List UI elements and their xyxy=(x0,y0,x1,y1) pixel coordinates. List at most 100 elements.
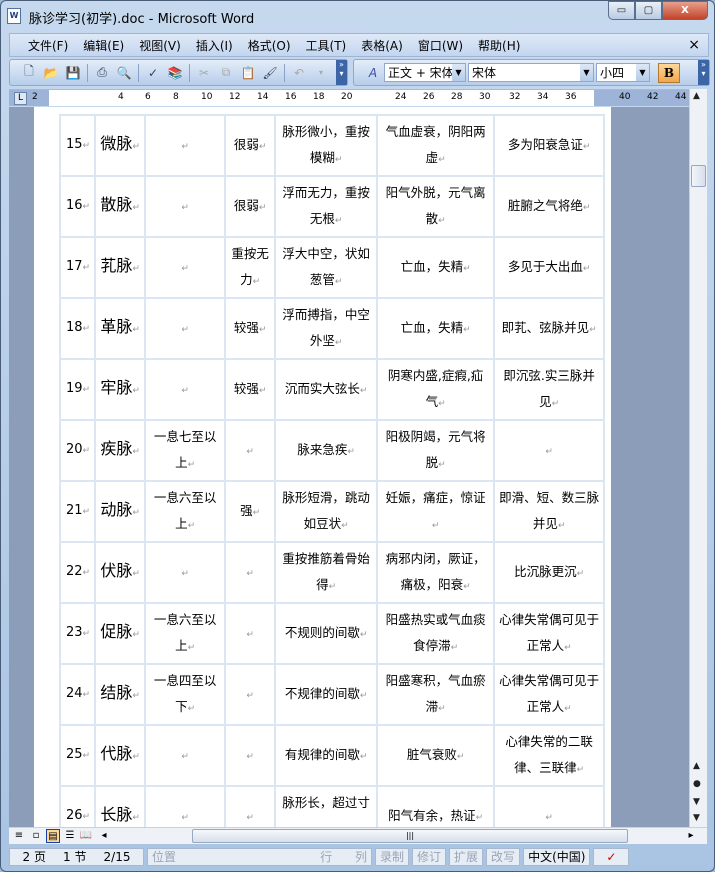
row-number-cell[interactable]: 25↵ xyxy=(58,724,97,787)
previous-page-icon[interactable]: ▼ xyxy=(693,797,700,807)
indications-cell[interactable]: 阳极阴竭，元气将脱↵ xyxy=(376,419,496,482)
pulse-rate-cell[interactable]: ↵ xyxy=(144,358,227,421)
horizontal-scroll-thumb[interactable]: ||| xyxy=(192,829,628,843)
cut-icon[interactable]: ✂ xyxy=(195,64,213,82)
research-icon[interactable]: 📚 xyxy=(166,64,184,82)
pulse-shape-cell[interactable]: 重按推筋着骨始得↵ xyxy=(274,541,379,604)
row-number-cell[interactable]: 15↵ xyxy=(58,114,97,177)
row-number-cell[interactable]: 26↵ xyxy=(58,785,97,827)
pulse-name-cell[interactable]: 微脉↵ xyxy=(94,114,147,177)
pulse-shape-cell[interactable]: 沉而实大弦长↵ xyxy=(274,358,379,421)
indications-cell[interactable]: 脏气衰败↵ xyxy=(376,724,496,787)
pulse-rate-cell[interactable]: ↵ xyxy=(144,724,227,787)
open-icon[interactable]: 📂 xyxy=(42,64,60,82)
notes-cell[interactable]: ↵ xyxy=(493,419,606,482)
pulse-shape-cell[interactable]: 浮而无力，重按无根↵ xyxy=(274,175,379,238)
copy-icon[interactable]: ⧉ xyxy=(217,64,235,82)
notes-cell[interactable]: 心律失常偶可见于正常人↵ xyxy=(493,663,606,726)
pulse-name-cell[interactable]: 促脉↵ xyxy=(94,602,147,665)
minimize-button[interactable]: ▭ xyxy=(608,1,635,20)
pulse-shape-cell[interactable]: 不规则的间歇↵ xyxy=(274,602,379,665)
reading-view-icon[interactable]: 📖 xyxy=(79,829,93,843)
web-view-icon[interactable]: ▫ xyxy=(29,829,43,843)
format-painter-icon[interactable]: 🖌 xyxy=(261,64,279,82)
row-number-cell[interactable]: 24↵ xyxy=(58,663,97,726)
track-changes-indicator[interactable]: 修订 xyxy=(412,847,447,866)
menu-item-6[interactable]: 表格(A) xyxy=(361,37,403,54)
indications-cell[interactable]: 阳气有余，热证↵ xyxy=(376,785,496,827)
pulse-strength-cell[interactable]: ↵ xyxy=(224,602,277,665)
pulse-strength-cell[interactable]: 较强↵ xyxy=(224,297,277,360)
pulse-strength-cell[interactable]: ↵ xyxy=(224,663,277,726)
save-icon[interactable]: 💾 xyxy=(64,64,82,82)
indications-cell[interactable]: 妊娠，痛症，惊证 ↵ xyxy=(376,480,496,543)
notes-cell[interactable]: 多见于大出血↵ xyxy=(493,236,606,299)
row-number-cell[interactable]: 19↵ xyxy=(58,358,97,421)
language-indicator[interactable]: 中文(中国) xyxy=(523,847,591,866)
menu-item-2[interactable]: 视图(V) xyxy=(139,37,181,54)
notes-cell[interactable]: 即沉弦.实三脉并见↵ xyxy=(493,358,606,421)
chevron-down-icon[interactable]: ▼ xyxy=(452,64,465,81)
pulse-rate-cell[interactable]: ↵ xyxy=(144,236,227,299)
chevron-down-icon[interactable]: ▼ xyxy=(636,64,649,81)
vertical-scroll-thumb[interactable] xyxy=(691,165,706,187)
indications-cell[interactable]: 阴寒内盛,症瘕,疝气↵ xyxy=(376,358,496,421)
row-number-cell[interactable]: 20↵ xyxy=(58,419,97,482)
menu-item-0[interactable]: 文件(F) xyxy=(28,37,68,54)
pulse-name-cell[interactable]: 革脉↵ xyxy=(94,297,147,360)
pulse-rate-cell[interactable]: ↵ xyxy=(144,785,227,827)
record-macro-indicator[interactable]: 录制 xyxy=(375,847,410,866)
menu-item-7[interactable]: 窗口(W) xyxy=(418,37,463,54)
pulse-shape-cell[interactable]: 脉来急疾↵ xyxy=(274,419,379,482)
word-app-icon[interactable]: W xyxy=(7,8,21,24)
spelling-status-icon[interactable]: ✓ xyxy=(593,847,630,866)
pulse-strength-cell[interactable]: ↵ xyxy=(224,541,277,604)
pulse-rate-cell[interactable]: ↵ xyxy=(144,175,227,238)
toolbar-options-icon[interactable]: » ▾ xyxy=(336,60,347,85)
styles-icon[interactable]: A xyxy=(364,64,382,82)
notes-cell[interactable]: 即芤、弦脉并见↵ xyxy=(493,297,606,360)
pulse-shape-cell[interactable]: 浮大中空，状如葱管↵ xyxy=(274,236,379,299)
print-icon[interactable]: ⎙ xyxy=(93,64,111,82)
chevron-down-icon[interactable]: ▼ xyxy=(580,64,593,81)
normal-view-icon[interactable]: ≡ xyxy=(12,829,26,843)
pulse-strength-cell[interactable]: 很弱↵ xyxy=(224,175,277,238)
indications-cell[interactable]: 阳盛寒积，气血瘀滞↵ xyxy=(376,663,496,726)
indications-cell[interactable]: 亡血，失精↵ xyxy=(376,297,496,360)
undo-icon[interactable]: ↶ xyxy=(290,64,308,82)
pulse-rate-cell[interactable]: ↵ xyxy=(144,541,227,604)
pulse-strength-cell[interactable]: 较强↵ xyxy=(224,358,277,421)
pulse-name-cell[interactable]: 结脉↵ xyxy=(94,663,147,726)
menu-item-4[interactable]: 格式(O) xyxy=(248,37,291,54)
pulse-strength-cell[interactable]: ↵ xyxy=(224,419,277,482)
pulse-shape-cell[interactable]: 脉形短滑，跳动如豆状↵ xyxy=(274,480,379,543)
notes-cell[interactable]: 多为阳衰急证↵ xyxy=(493,114,606,177)
new-icon[interactable]: 🗋 xyxy=(20,64,38,82)
pulse-rate-cell[interactable]: 一息七至以上↵ xyxy=(144,419,227,482)
menu-item-8[interactable]: 帮助(H) xyxy=(478,37,520,54)
vertical-scrollbar[interactable]: ▲ ▲ ● ▼ ▼ xyxy=(689,89,707,827)
pulse-name-cell[interactable]: 疾脉↵ xyxy=(94,419,147,482)
style-select[interactable]: 正文 + 宋体 ▼ xyxy=(384,63,466,82)
horizontal-ruler[interactable]: L 2 4 6 8 10 12 14 16 18 20 24 26 28 30 32 34 36 40 42 44 xyxy=(9,89,689,106)
row-number-cell[interactable]: 22↵ xyxy=(58,541,97,604)
pulse-rate-cell[interactable]: ↵ xyxy=(144,297,227,360)
horizontal-scrollbar[interactable]: ≡ ▫ ▤ ☰ 📖 ◂ ||| ▸ xyxy=(9,827,707,844)
next-page-icon[interactable]: ▼ xyxy=(693,813,700,823)
notes-cell[interactable]: 脏腑之气将绝↵ xyxy=(493,175,606,238)
row-number-cell[interactable]: 18↵ xyxy=(58,297,97,360)
extend-selection-indicator[interactable]: 扩展 xyxy=(449,847,484,866)
scroll-up-small-icon[interactable]: ▲ xyxy=(693,761,700,771)
pulse-strength-cell[interactable]: 很弱↵ xyxy=(224,114,277,177)
pulse-rate-cell[interactable]: 一息六至以上↵ xyxy=(144,480,227,543)
close-button[interactable]: X xyxy=(662,1,708,20)
pulse-strength-cell[interactable]: ↵ xyxy=(224,785,277,827)
row-number-cell[interactable]: 16↵ xyxy=(58,175,97,238)
pulse-strength-cell[interactable]: 重按无力↵ xyxy=(224,236,277,299)
pulse-shape-cell[interactable]: 浮而搏指，中空外坚↵ xyxy=(274,297,379,360)
overtype-indicator[interactable]: 改写 xyxy=(486,847,521,866)
print-layout-view-icon[interactable]: ▤ xyxy=(46,829,60,843)
scroll-up-icon[interactable]: ▲ xyxy=(693,91,700,101)
menu-item-1[interactable]: 编辑(E) xyxy=(83,37,124,54)
outline-view-icon[interactable]: ☰ xyxy=(63,829,77,843)
